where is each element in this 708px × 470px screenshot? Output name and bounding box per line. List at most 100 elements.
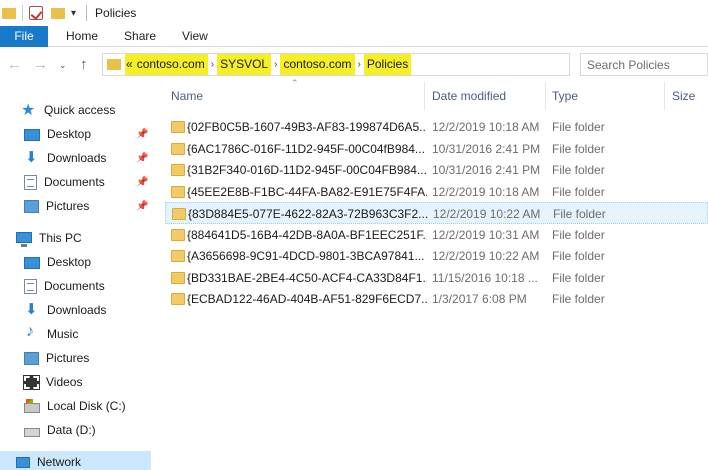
table-row[interactable]: {02FB0C5B-1607-49B3-AF83-199874D6A5... 12… — [165, 116, 708, 138]
sidebar-item-data-drive[interactable]: Data (D:) — [0, 419, 151, 441]
title-bar: ▾ Policies — [0, 0, 708, 26]
file-type: File folder — [552, 249, 605, 263]
folder-icon — [171, 271, 185, 284]
table-row[interactable]: {31B2F340-016D-11D2-945F-00C04FB984... 10… — [165, 159, 708, 181]
table-row[interactable]: {BD331BAE-2BE4-4C50-ACF4-CA33D84F1... 11/… — [165, 267, 708, 289]
file-name: {6AC1786C-016F-11D2-945F-00C04fB984... — [187, 141, 425, 156]
tab-view[interactable]: View — [172, 26, 224, 46]
file-type: File folder — [552, 270, 605, 285]
file-name: {83D884E5-077E-4622-82A3-72B963C3F2... — [188, 207, 428, 221]
table-row[interactable]: {A3656698-9C91-4DCD-9801-3BCA97841... 12/… — [165, 245, 708, 267]
windows-drive-icon — [24, 399, 40, 413]
folder-icon — [171, 142, 185, 155]
tab-file[interactable]: File — [0, 26, 48, 47]
breadcrumb-sysvol[interactable]: SYSVOL — [217, 54, 272, 75]
sidebar-item-network[interactable]: Network — [0, 451, 151, 470]
column-divider[interactable] — [424, 82, 425, 110]
folder-icon — [171, 121, 185, 133]
chevron-right-icon[interactable]: › — [208, 59, 217, 70]
sidebar-item-label: Network — [37, 455, 82, 469]
pin-icon[interactable]: 📌 — [136, 153, 148, 164]
search-input[interactable]: Search Policies — [580, 53, 708, 76]
sidebar-item-this-pc[interactable]: This PC — [0, 227, 151, 249]
pin-icon[interactable]: 📌 — [136, 177, 148, 188]
navigation-pane: Quick access Desktop 📌 Downloads 📌 Docum… — [0, 82, 151, 470]
tab-home[interactable]: Home — [50, 26, 114, 46]
recent-locations-chevron-icon[interactable]: ⌄ — [59, 60, 67, 71]
sidebar-item-label: Desktop — [47, 255, 92, 269]
sidebar-item-pc-downloads[interactable]: Downloads — [0, 299, 151, 321]
customize-toolbar-icon[interactable]: ▾ — [71, 8, 76, 19]
documents-icon — [24, 174, 37, 190]
file-type: File folder — [552, 163, 605, 177]
file-name: {884641D5-16B4-42DB-8A0A-BF1EEC251F... — [187, 227, 427, 242]
pictures-icon — [24, 199, 39, 213]
file-type: File folder — [552, 292, 605, 306]
address-overflow[interactable]: « — [125, 54, 134, 75]
back-arrow-icon[interactable]: ← — [7, 56, 22, 73]
new-folder-icon[interactable] — [51, 7, 65, 19]
address-bar[interactable]: « contoso.com › SYSVOL › contoso.com › P… — [102, 53, 570, 76]
file-name: {31B2F340-016D-11D2-945F-00C04FB984... — [187, 163, 427, 177]
sidebar-item-music[interactable]: Music — [0, 323, 151, 345]
sidebar-item-pc-pictures[interactable]: Pictures — [0, 347, 151, 369]
sidebar-item-label: This PC — [39, 231, 82, 245]
folder-icon — [171, 293, 185, 305]
table-row[interactable]: {884641D5-16B4-42DB-8A0A-BF1EEC251F... 12… — [165, 224, 708, 246]
sidebar-item-pc-desktop[interactable]: Desktop — [0, 251, 151, 273]
chevron-right-icon[interactable]: › — [355, 59, 364, 70]
file-date-modified: 12/2/2019 10:31 AM — [432, 227, 540, 242]
sidebar-item-label: Local Disk (C:) — [47, 399, 126, 413]
tab-share[interactable]: Share — [114, 26, 172, 46]
chevron-right-icon[interactable]: › — [271, 59, 280, 70]
column-divider[interactable] — [664, 82, 665, 110]
sidebar-item-quick-access[interactable]: Quick access — [0, 99, 151, 121]
sidebar-item-downloads[interactable]: Downloads 📌 — [0, 147, 151, 169]
file-list: ⌃ Name Date modified Type Size {02FB0C5B… — [151, 78, 708, 470]
forward-arrow-icon[interactable]: → — [33, 56, 48, 73]
file-type: File folder — [552, 141, 605, 156]
pin-icon[interactable]: 📌 — [136, 129, 148, 140]
folder-icon — [171, 228, 185, 241]
sidebar-item-local-disk[interactable]: Local Disk (C:) — [0, 395, 151, 417]
sidebar-item-label: Documents — [44, 279, 105, 293]
column-header-date-modified[interactable]: Date modified — [432, 82, 547, 110]
sidebar-item-desktop[interactable]: Desktop 📌 — [0, 123, 151, 145]
ribbon-tabs: File Home Share View — [0, 26, 708, 47]
breadcrumb-contoso-com-2[interactable]: contoso.com — [280, 54, 355, 75]
sidebar-item-pictures[interactable]: Pictures 📌 — [0, 195, 151, 217]
sidebar-item-label: Videos — [46, 375, 83, 389]
file-name: {ECBAD122-46AD-404B-AF51-829F6ECD7... — [187, 292, 427, 306]
sidebar-item-videos[interactable]: Videos — [0, 371, 151, 393]
sidebar-item-label: Quick access — [44, 103, 116, 117]
table-row[interactable]: {6AC1786C-016F-11D2-945F-00C04fB984... 10… — [165, 138, 708, 160]
folder-icon — [172, 208, 186, 220]
star-icon — [21, 100, 37, 120]
properties-icon[interactable] — [29, 6, 43, 20]
breadcrumb-contoso-com[interactable]: contoso.com — [133, 54, 208, 75]
folder-icon — [171, 164, 185, 176]
column-header-size[interactable]: Size — [672, 82, 708, 110]
column-header-type[interactable]: Type — [552, 82, 662, 110]
drive-icon — [24, 427, 40, 437]
divider — [22, 5, 23, 21]
up-arrow-icon[interactable]: ↑ — [80, 56, 88, 73]
table-row[interactable]: {ECBAD122-46AD-404B-AF51-829F6ECD7... 1/3… — [165, 288, 708, 310]
download-icon — [24, 300, 40, 318]
column-header-name[interactable]: Name — [171, 82, 421, 110]
sidebar-item-label: Music — [47, 327, 79, 341]
table-row[interactable]: {45EE2E8B-F1BC-44FA-BA82-E91E75F4FA... 12… — [165, 181, 708, 203]
sidebar-item-label: Pictures — [46, 199, 90, 213]
file-date-modified: 12/2/2019 10:18 AM — [432, 120, 540, 134]
table-row[interactable]: {83D884E5-077E-4622-82A3-72B963C3F2... 12… — [165, 202, 708, 224]
window-title: Policies — [95, 6, 137, 20]
sidebar-item-documents[interactable]: Documents 📌 — [0, 171, 151, 193]
folder-icon — [107, 59, 121, 70]
column-divider[interactable] — [545, 82, 546, 110]
folder-icon — [2, 7, 16, 19]
sidebar-item-label: Desktop — [47, 127, 92, 141]
pin-icon[interactable]: 📌 — [136, 201, 148, 212]
desktop-icon — [24, 129, 40, 141]
breadcrumb-policies[interactable]: Policies — [363, 54, 412, 75]
sidebar-item-pc-documents[interactable]: Documents — [0, 275, 151, 297]
